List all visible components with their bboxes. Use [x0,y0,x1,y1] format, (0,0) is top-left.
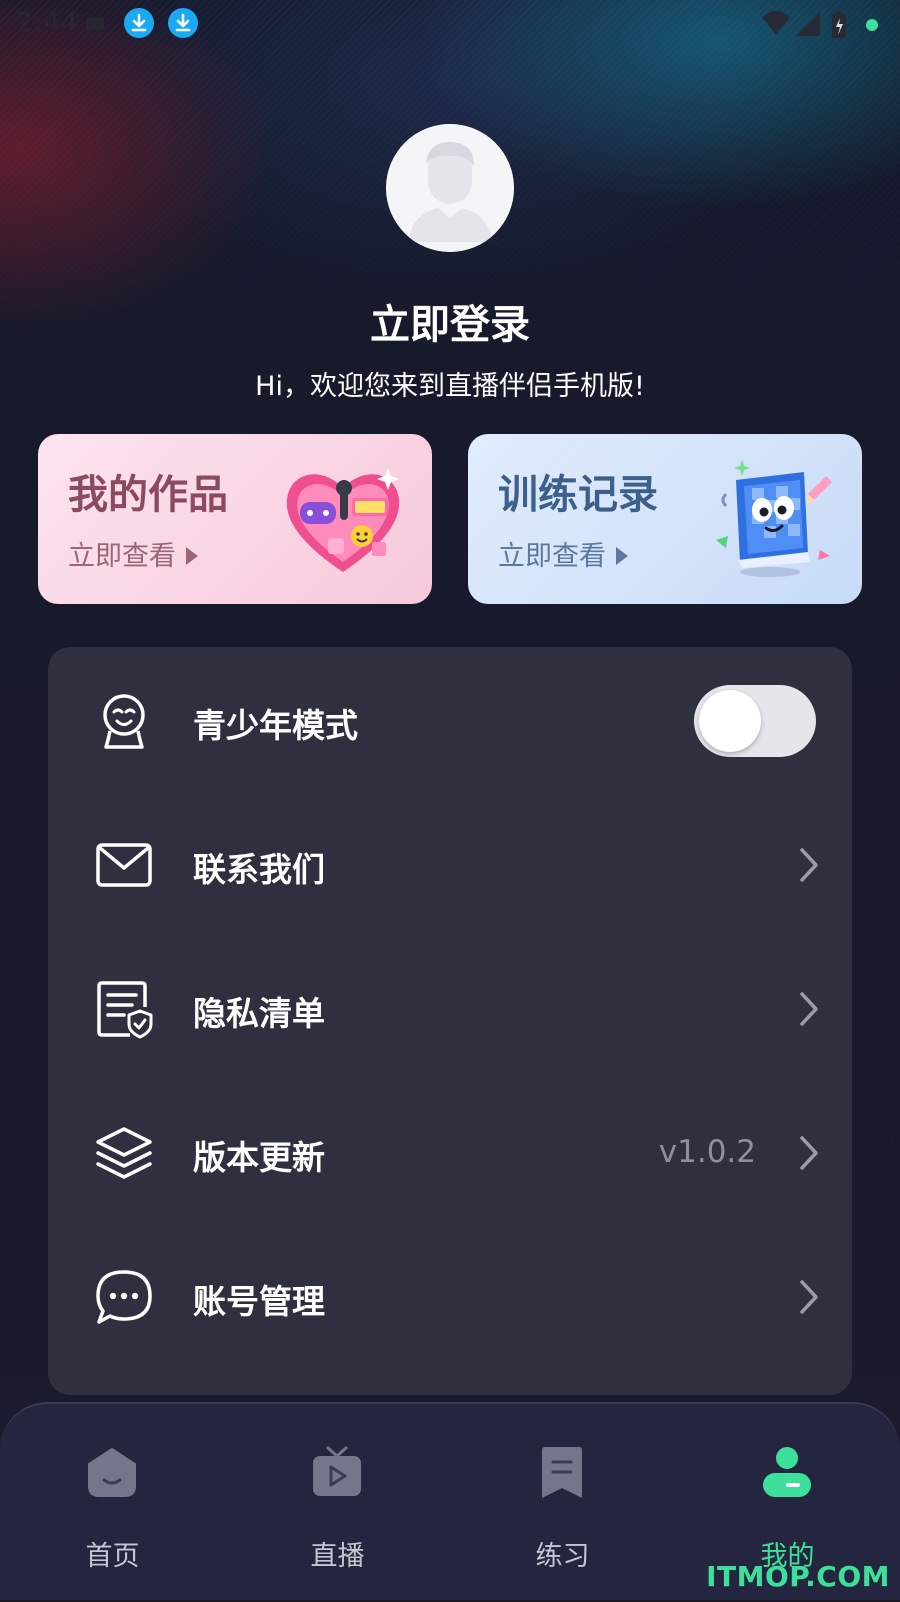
status-time: 2:44 [16,8,79,38]
wifi-icon [762,11,790,35]
status-bar: 2:44 [0,0,900,48]
watermark: ITMOP.COM [706,1560,890,1593]
notebook-character-illustration-icon [716,460,832,577]
card-title: 训练记录 [498,472,658,518]
avatar[interactable] [386,124,514,252]
chevron-right-icon [800,848,818,882]
my-works-card[interactable]: 我的作品 立即查看 [38,434,432,604]
child-face-icon [103,694,145,749]
nav-item-live[interactable]: 直播 [225,1404,450,1602]
sim-card-icon [86,18,104,30]
play-arrow-icon [616,546,628,565]
chevron-right-icon [800,1280,818,1314]
teen-mode-toggle[interactable] [694,685,816,757]
training-record-card[interactable]: 训练记录 立即查看 [468,434,862,604]
menu-item-label: 隐私清单 [193,994,325,1033]
heart-live-illustration-icon [286,468,400,572]
notification-dot-icon [866,19,878,31]
mail-icon [96,843,152,887]
toggle-knob [699,690,761,752]
card-title: 我的作品 [68,472,228,518]
menu-item-version-update[interactable]: 版本更新 v1.0.2 [48,1079,852,1223]
battery-icon [832,11,846,38]
nav-item-home[interactable]: 首页 [0,1404,225,1602]
download-icon [168,8,198,38]
menu-item-account-management[interactable]: 账号管理 [48,1223,852,1367]
chevron-right-icon [800,992,818,1026]
menu-item-privacy-list[interactable]: 隐私清单 [48,935,852,1079]
view-now-link[interactable]: 立即查看 [68,534,198,573]
menu-item-label: 账号管理 [193,1282,325,1321]
chevron-right-icon [800,1136,818,1170]
chat-bubble-icon [96,1270,152,1324]
nav-label: 直播 [310,1541,365,1572]
default-avatar-icon [386,124,514,252]
privacy-document-icon [97,981,153,1039]
play-arrow-icon [186,546,198,565]
menu-item-teen-mode[interactable]: 青少年模式 [48,647,852,791]
live-tv-icon [313,1446,361,1496]
menu-item-label: 联系我们 [193,850,325,889]
version-value: v1.0.2 [658,1134,756,1170]
status-icons [760,8,890,40]
signal-icon [796,12,820,36]
view-now-link[interactable]: 立即查看 [498,534,628,573]
nav-item-practice[interactable]: 练习 [450,1404,675,1602]
welcome-text: Hi，欢迎您来到直播伴侣手机版! [255,371,645,402]
login-title[interactable]: 立即登录 [0,292,900,350]
menu-item-label: 版本更新 [193,1138,325,1177]
menu-item-contact-us[interactable]: 联系我们 [48,791,852,935]
download-icon [124,8,154,38]
settings-menu: 青少年模式 联系我们 隐私清单 版本更新 v1.0.2 账号管理 [48,647,852,1395]
nav-label: 练习 [535,1541,590,1572]
nav-label: 首页 [85,1541,140,1572]
home-icon [88,1448,136,1497]
layers-icon [96,1127,152,1179]
practice-bookmark-icon [542,1447,582,1498]
card-link-label: 立即查看 [68,541,176,572]
menu-item-label: 青少年模式 [193,706,358,745]
profile-icon [763,1447,811,1497]
card-link-label: 立即查看 [498,541,606,572]
